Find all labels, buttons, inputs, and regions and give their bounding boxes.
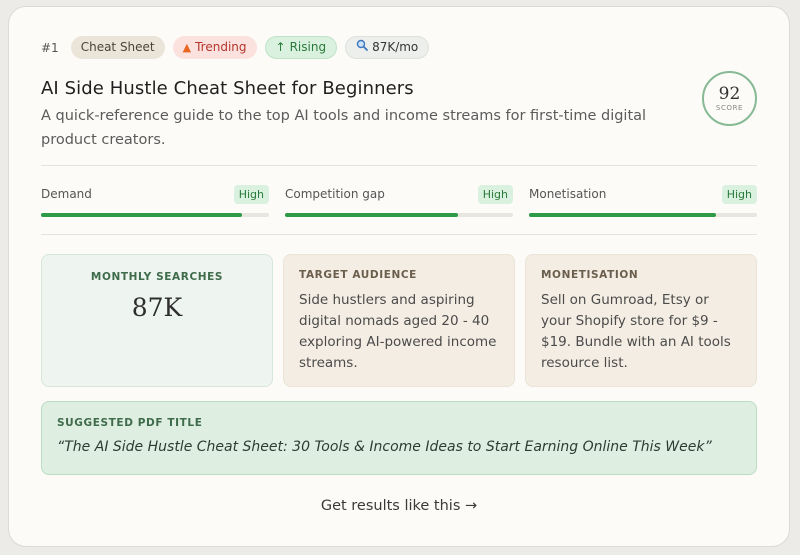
volume-tag: 87K/mo — [345, 36, 430, 59]
monetisation-box: MONETISATION Sell on Gumroad, Etsy or yo… — [525, 254, 757, 387]
box-heading: TARGET AUDIENCE — [299, 269, 417, 281]
rank-label: #1 — [41, 40, 59, 55]
trending-tag: ▲ Trending — [172, 36, 257, 59]
info-boxes: MONTHLY SEARCHES 87K TARGET AUDIENCE Sid… — [41, 254, 757, 387]
meter-demand: Demand High — [41, 185, 269, 219]
meter-track — [41, 213, 269, 217]
meter-label: Competition gap — [285, 187, 385, 201]
target-audience-box: TARGET AUDIENCE Side hustlers and aspiri… — [283, 254, 515, 387]
target-audience-text: Side hustlers and aspiring digital nomad… — [299, 292, 497, 371]
meter-competition-gap: Competition gap High — [285, 185, 513, 219]
magnifier-icon — [356, 36, 368, 59]
result-card: #1 Cheat Sheet ▲ Trending ↑ Rising 87K/m… — [8, 6, 790, 547]
category-tag: Cheat Sheet — [70, 36, 165, 59]
score-value: 92 — [718, 84, 741, 104]
rising-tag-label: Rising — [289, 40, 327, 54]
meter-fill — [285, 213, 459, 217]
score-label: SCORE — [715, 104, 744, 112]
meter-track — [529, 213, 757, 217]
meter-badge: High — [233, 185, 269, 204]
card-subtitle: A quick-reference guide to the top AI to… — [41, 108, 647, 148]
rising-tag: ↑ Rising — [264, 36, 338, 59]
meter-badge: High — [721, 185, 757, 204]
score-badge: 92 SCORE — [702, 71, 757, 126]
monthly-searches-value: 87K — [131, 293, 183, 322]
flame-icon: ▲ — [182, 41, 192, 54]
volume-tag-label: 87K/mo — [372, 40, 419, 54]
suggested-title-box: SUGGESTED PDF TITLE “The AI Side Hustle … — [41, 401, 757, 475]
meter-row: Demand High Competition gap High Monetis… — [41, 185, 757, 219]
meter-monetisation: Monetisation High — [529, 185, 757, 219]
meter-track — [285, 213, 513, 217]
monetisation-text: Sell on Gumroad, Etsy or your Shopify st… — [541, 292, 731, 371]
box-heading: MONETISATION — [541, 269, 639, 281]
meter-label: Demand — [41, 187, 92, 201]
meter-fill — [41, 213, 242, 217]
meter-badge: High — [477, 185, 513, 204]
suggested-title-heading: SUGGESTED PDF TITLE — [57, 417, 203, 429]
arrow-up-icon: ↑ — [275, 40, 286, 54]
suggested-title-text: “The AI Side Hustle Cheat Sheet: 30 Tool… — [57, 439, 712, 455]
monthly-searches-box: MONTHLY SEARCHES 87K — [41, 254, 273, 387]
meter-label: Monetisation — [529, 187, 607, 201]
trending-tag-label: Trending — [195, 40, 247, 54]
category-tag-label: Cheat Sheet — [80, 40, 155, 54]
divider — [41, 165, 757, 166]
card-title: AI Side Hustle Cheat Sheet for Beginners — [41, 78, 414, 99]
tag-row: #1 Cheat Sheet ▲ Trending ↑ Rising 87K/m… — [41, 36, 430, 59]
box-heading: MONTHLY SEARCHES — [90, 271, 224, 283]
divider — [41, 234, 757, 235]
meter-fill — [529, 213, 716, 217]
get-results-link[interactable]: Get results like this → — [41, 498, 757, 514]
